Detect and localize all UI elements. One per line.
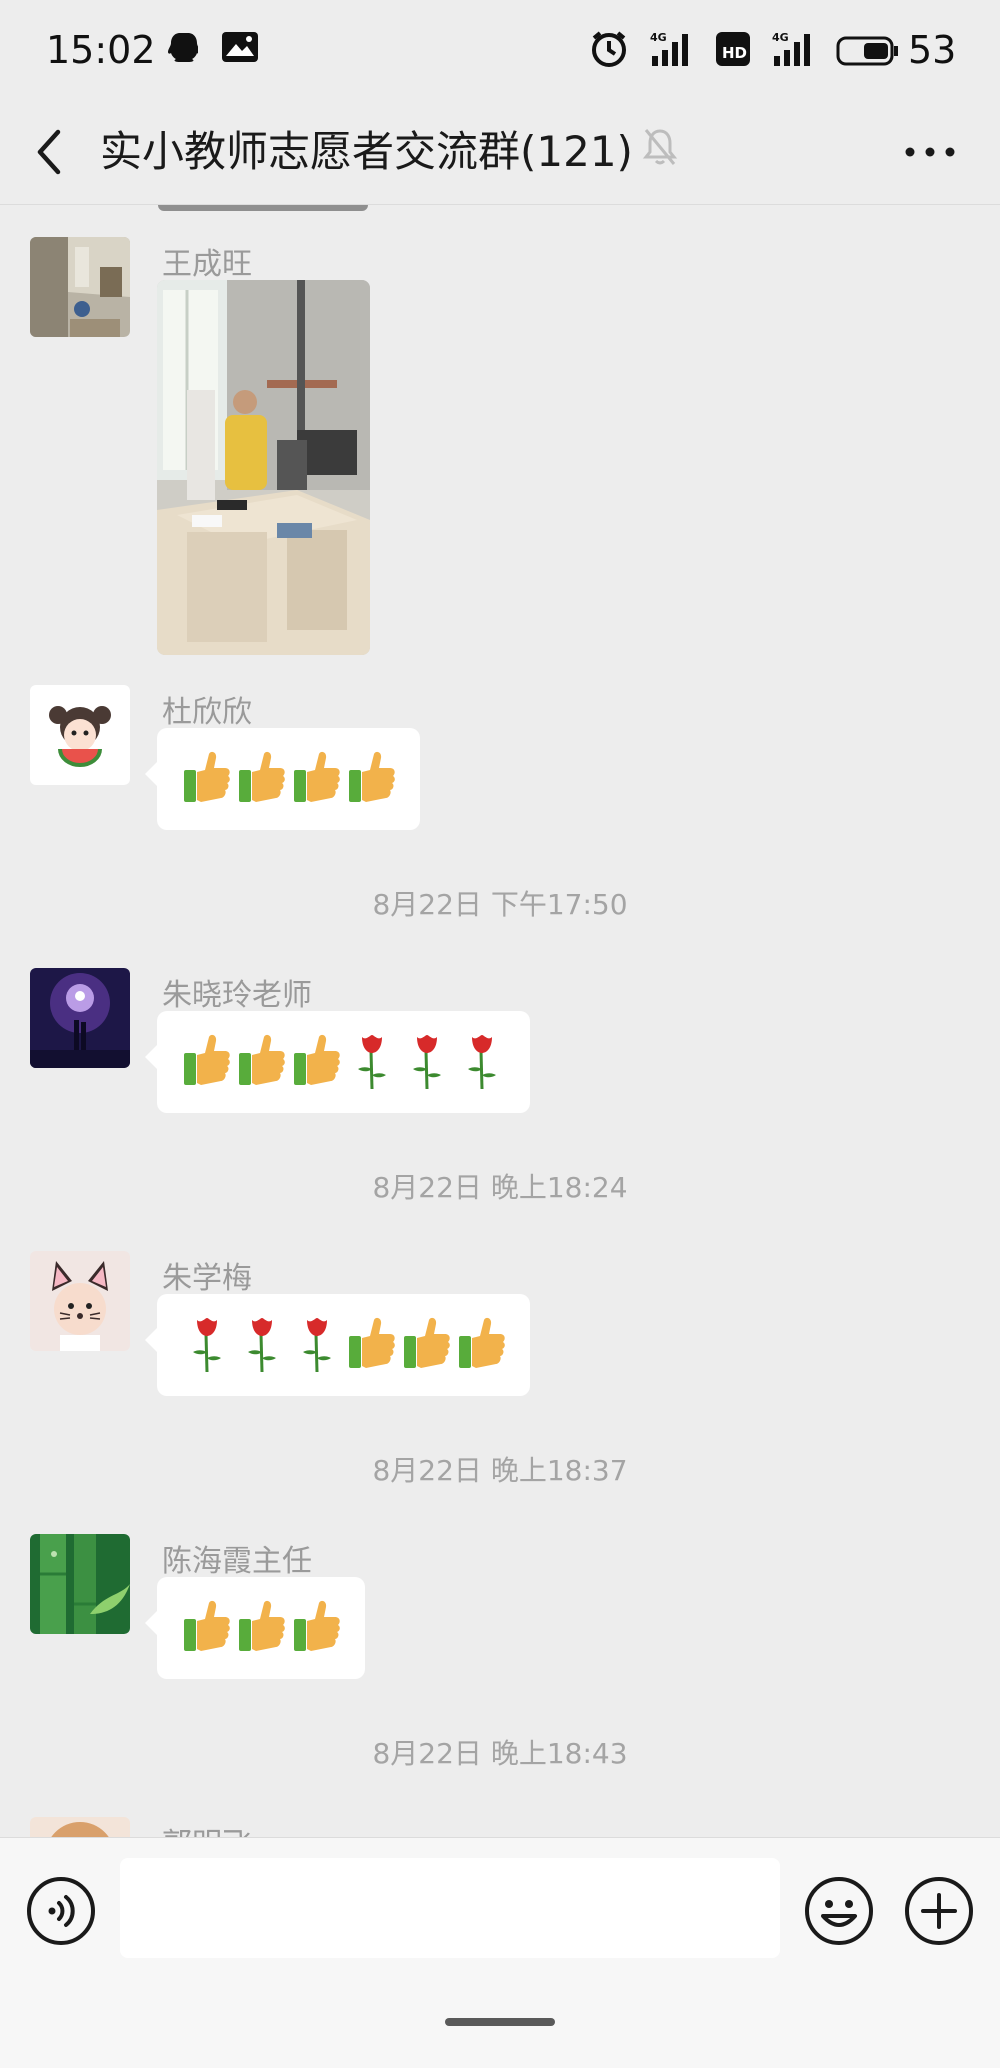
status-time: 15:02 — [46, 28, 156, 72]
thumbs-up-icon — [404, 1317, 450, 1368]
rose-icon — [358, 1035, 386, 1090]
rose-icon — [193, 1318, 221, 1373]
thumbs-up-icon — [294, 1600, 340, 1651]
status-bar: 15:02 4G HD 4G 53 — [0, 0, 1000, 100]
thumbs-up-icon — [184, 1600, 230, 1651]
avatar[interactable] — [30, 1534, 130, 1634]
emoji-row — [181, 748, 397, 810]
message-list[interactable]: 王成旺 杜欣欣 8月22日 下午17:50 朱晓玲老师 8月22日 晚上18:2… — [0, 205, 1000, 1837]
plus-icon — [905, 1877, 973, 1945]
sender-name: 郭明飞 — [162, 1819, 252, 1837]
svg-text:4G: 4G — [772, 31, 789, 44]
thumbs-up-icon — [239, 1034, 285, 1085]
thumbs-up-icon — [184, 751, 230, 802]
thumbs-up-icon — [459, 1317, 505, 1368]
avatar[interactable] — [30, 1817, 130, 1837]
qq-icon — [168, 33, 198, 62]
smiley-icon — [805, 1877, 873, 1945]
message-timestamp: 8月22日 晚上18:37 — [372, 1454, 628, 1487]
hd-icon: HD — [716, 32, 750, 66]
sender-name: 朱学梅 — [162, 1261, 252, 1296]
avatar[interactable] — [30, 1251, 130, 1351]
sender-name: 陈海霞主任 — [162, 1544, 312, 1579]
message-bubble[interactable] — [145, 728, 420, 830]
sender-name: 杜欣欣 — [162, 695, 252, 730]
thumbs-up-icon — [294, 1034, 340, 1085]
back-button[interactable] — [30, 122, 80, 182]
message-bubble[interactable] — [145, 1577, 365, 1679]
rose-icon — [468, 1035, 496, 1090]
thumbs-up-icon — [184, 1034, 230, 1085]
avatar[interactable] — [30, 237, 130, 337]
thumbs-up-icon — [239, 1600, 285, 1651]
message-bubble[interactable] — [145, 1294, 530, 1396]
home-indicator[interactable] — [445, 2018, 555, 2026]
thumbs-up-icon — [349, 751, 395, 802]
alarm-icon — [592, 31, 626, 67]
message-timestamp: 8月22日 晚上18:43 — [372, 1737, 628, 1770]
sender-name: 王成旺 — [162, 247, 252, 282]
previous-image-edge — [158, 205, 368, 211]
emoji-row — [181, 1031, 507, 1093]
gallery-icon — [222, 32, 258, 62]
voice-icon — [27, 1877, 95, 1945]
emoji-row — [181, 1314, 507, 1376]
plus-button[interactable] — [904, 1876, 974, 1950]
rose-icon — [413, 1035, 441, 1090]
bell-off-icon — [642, 129, 678, 165]
thumbs-up-icon — [239, 751, 285, 802]
voice-button[interactable] — [26, 1876, 96, 1950]
emoji-button[interactable] — [804, 1876, 874, 1950]
thumbs-up-icon — [294, 751, 340, 802]
chevron-left-icon — [37, 129, 61, 175]
page-title: 实小教师志愿者交流群(121) — [100, 127, 633, 176]
image-message[interactable] — [157, 280, 370, 655]
more-button[interactable] — [900, 122, 960, 182]
sender-name: 朱晓玲老师 — [162, 978, 312, 1013]
message-timestamp: 8月22日 晚上18:24 — [372, 1171, 628, 1204]
svg-text:4G: 4G — [650, 31, 667, 44]
emoji-row — [181, 1597, 342, 1659]
avatar[interactable] — [30, 685, 130, 785]
rose-icon — [303, 1318, 331, 1373]
input-bar — [0, 1837, 1000, 2068]
thumbs-up-icon — [349, 1317, 395, 1368]
message-input[interactable] — [120, 1858, 780, 1958]
more-horizontal-icon — [905, 147, 955, 157]
svg-text:HD: HD — [722, 44, 747, 62]
message-bubble[interactable] — [145, 1011, 530, 1113]
battery-icon — [836, 36, 898, 66]
4g-signal-icon: 4G — [650, 31, 688, 66]
4g-signal-2-icon: 4G — [772, 31, 810, 66]
rose-icon — [248, 1318, 276, 1373]
title-bar: 实小教师志愿者交流群(121) — [0, 100, 1000, 205]
battery-level: 53 — [908, 28, 957, 72]
avatar[interactable] — [30, 968, 130, 1068]
message-timestamp: 8月22日 下午17:50 — [372, 888, 628, 921]
